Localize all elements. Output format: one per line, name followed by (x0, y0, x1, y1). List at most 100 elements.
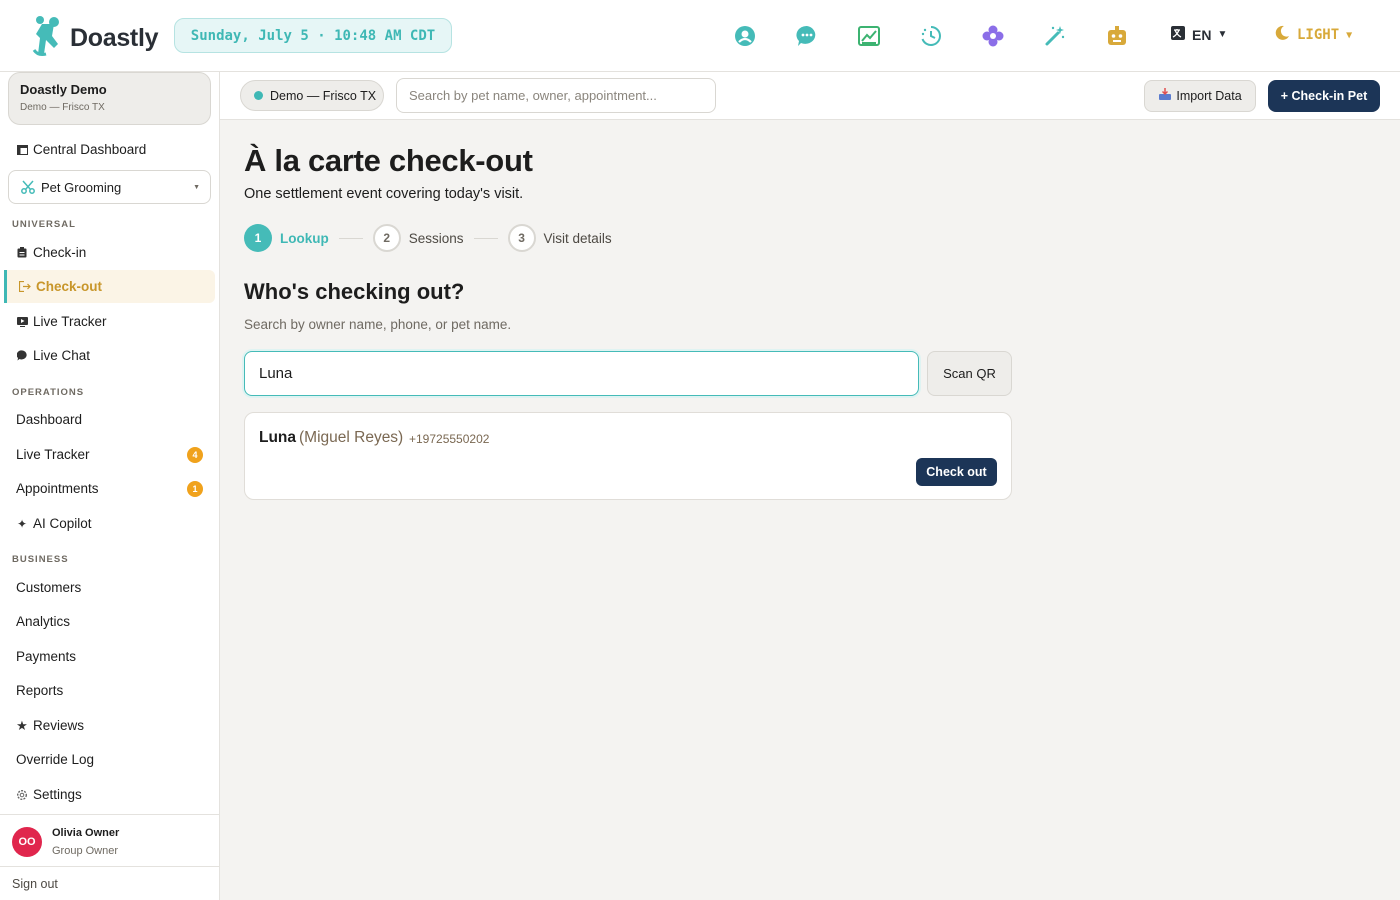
section-business: BUSINESS (12, 554, 69, 565)
result-pet-name: Luna (259, 429, 297, 446)
top-bar: Doastly Sunday, July 5 · 10:48 AM CDT EN… (0, 0, 1400, 72)
theme-label: LIGHT (1297, 27, 1340, 43)
stepper: 1 Lookup 2 Sessions 3 Visit details (244, 224, 612, 252)
section-universal: UNIVERSAL (12, 219, 76, 230)
translate-icon (1170, 25, 1186, 44)
check-out-button[interactable]: Check out (916, 458, 997, 486)
page-subtitle: One settlement event covering today's vi… (244, 186, 524, 202)
step-3-label[interactable]: Visit details (544, 231, 612, 246)
sidebar-item-label: Appointments (16, 481, 99, 496)
scan-qr-button[interactable]: Scan QR (927, 351, 1012, 396)
monitor-play-icon (16, 316, 28, 328)
brand-logo[interactable]: Doastly (32, 14, 159, 63)
magic-wand-icon[interactable] (1043, 24, 1067, 48)
sidebar-item-settings[interactable]: Settings (0, 778, 220, 811)
step-2-label[interactable]: Sessions (409, 231, 464, 246)
result-phone: +19725550202 (409, 432, 490, 446)
sidebar-item-customers[interactable]: Customers (0, 571, 220, 604)
sidebar-item-ops-live-tracker[interactable]: Live Tracker 4 (0, 438, 220, 471)
flower-icon[interactable] (981, 24, 1005, 48)
scissors-icon (21, 180, 35, 194)
sidebar-item-label: Analytics (16, 614, 71, 629)
sidebar-item-label: Settings (33, 787, 82, 802)
robot-icon[interactable] (1105, 24, 1129, 48)
sidebar-item-label: Check-in (33, 245, 87, 260)
page-title: À la carte check-out (244, 143, 533, 178)
org-switcher[interactable]: Doastly Demo Demo — Frisco TX (8, 72, 211, 125)
sidebar-item-check-in[interactable]: Check-in (0, 236, 220, 269)
service-selector[interactable]: Pet Grooming ▼ (8, 170, 211, 204)
sidebar-item-reviews[interactable]: ★ Reviews (0, 709, 220, 742)
datetime-pill: Sunday, July 5 · 10:48 AM CDT (174, 18, 452, 53)
user-profile[interactable]: OO Olivia Owner Group Owner (0, 814, 219, 866)
sidebar-item-payments[interactable]: Payments (0, 640, 220, 673)
sidebar-item-label: Check-out (36, 279, 103, 294)
step-3-number[interactable]: 3 (507, 224, 536, 252)
global-search-input[interactable] (396, 78, 716, 113)
sign-out-link[interactable]: Sign out (0, 866, 219, 900)
moon-icon (1274, 25, 1290, 45)
user-role: Group Owner (52, 845, 119, 857)
location-label: Demo — Frisco TX (270, 88, 377, 103)
result-owner-name: (Miguel Reyes) (299, 429, 404, 446)
gear-icon (16, 789, 28, 801)
sidebar-item-live-chat[interactable]: Live Chat (0, 339, 220, 372)
user-name: Olivia Owner (52, 827, 120, 839)
chart-icon[interactable] (857, 24, 881, 48)
star-icon: ★ (16, 717, 28, 733)
checkout-lookup-input[interactable] (244, 351, 919, 396)
section-operations: OPERATIONS (12, 387, 85, 398)
support-icon[interactable] (733, 24, 757, 48)
count-badge: 4 (187, 446, 203, 463)
chevron-down-icon: ▼ (1217, 29, 1228, 40)
step-divider (338, 237, 363, 239)
sidebar-item-label: Override Log (16, 752, 95, 767)
count-badge: 1 (187, 480, 203, 497)
chat-icon[interactable] (795, 24, 819, 48)
step-1-label[interactable]: Lookup (280, 231, 329, 246)
sidebar: Doastly Demo Demo — Frisco TX Central Da… (0, 72, 220, 900)
sub-header: Demo — Frisco TX Import Data + Check-in … (220, 72, 1400, 120)
clipboard-icon (16, 247, 28, 259)
sidebar-item-analytics[interactable]: Analytics (0, 605, 220, 638)
status-dot-icon (254, 91, 263, 100)
sidebar-item-live-tracker[interactable]: Live Tracker (0, 305, 220, 338)
service-selector-label: Pet Grooming (41, 179, 122, 195)
location-pill[interactable]: Demo — Frisco TX (240, 80, 384, 111)
section-title: Who's checking out? (244, 279, 465, 304)
sidebar-item-check-out[interactable]: Check-out (4, 270, 215, 303)
sidebar-item-label: Reports (16, 683, 64, 698)
section-hint: Search by owner name, phone, or pet name… (244, 317, 512, 332)
main-content: À la carte check-out One settlement even… (220, 121, 1400, 900)
language-label: EN (1192, 26, 1212, 43)
sidebar-item-dashboard[interactable]: Dashboard (0, 403, 220, 436)
sidebar-item-label: Customers (16, 580, 82, 595)
sidebar-item-central-dashboard[interactable]: Central Dashboard (0, 133, 220, 166)
sparkle-icon: ✦ (16, 516, 28, 531)
sidebar-item-label: Live Chat (33, 348, 91, 363)
sidebar-item-appointments[interactable]: Appointments 1 (0, 472, 220, 505)
chevron-down-icon: ▼ (1346, 29, 1353, 41)
history-clock-icon[interactable] (919, 24, 943, 48)
sidebar-item-label: Payments (16, 649, 77, 664)
sidebar-item-override-log[interactable]: Override Log (0, 743, 220, 776)
step-1-number[interactable]: 1 (244, 224, 272, 252)
import-data-button[interactable]: Import Data (1144, 80, 1256, 112)
sidebar-item-reports[interactable]: Reports (0, 674, 220, 707)
org-name: Doastly Demo (20, 82, 107, 97)
language-selector[interactable]: EN ▼ (1170, 25, 1227, 44)
brand-name: Doastly (70, 24, 159, 52)
step-2-number[interactable]: 2 (372, 224, 401, 252)
chat-bubble-icon (16, 350, 28, 362)
exit-icon (19, 281, 31, 293)
sidebar-item-label: AI Copilot (33, 516, 92, 531)
search-result-card[interactable]: Luna (Miguel Reyes) +19725550202 Check o… (244, 412, 1012, 500)
step-divider (473, 237, 498, 239)
import-data-label: Import Data (1176, 89, 1242, 103)
sidebar-item-label: Live Tracker (16, 447, 90, 462)
sidebar-item-label: Central Dashboard (33, 142, 147, 157)
check-in-pet-button[interactable]: + Check-in Pet (1268, 80, 1380, 112)
theme-toggle[interactable]: LIGHT ▼ (1274, 25, 1352, 45)
sidebar-item-ai-copilot[interactable]: ✦ AI Copilot (0, 507, 220, 540)
sidebar-item-label: Reviews (33, 718, 85, 733)
